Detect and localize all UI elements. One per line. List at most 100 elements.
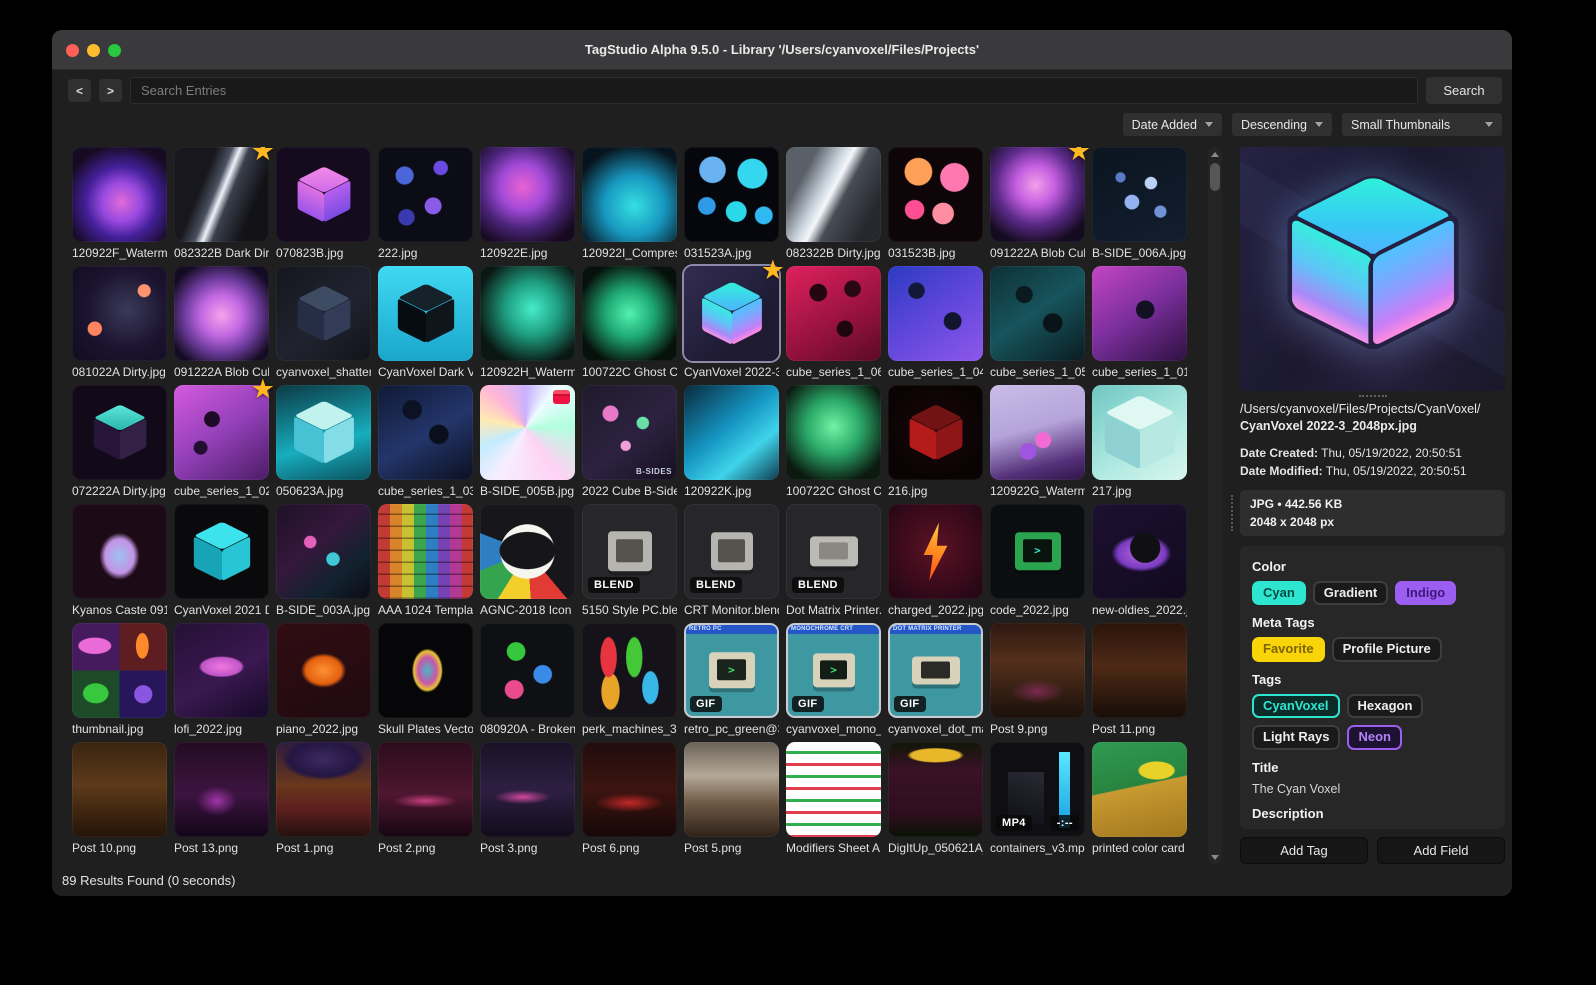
thumbnail[interactable] (1092, 385, 1187, 480)
thumbnail[interactable] (1092, 266, 1187, 361)
back-button[interactable]: < (68, 79, 91, 102)
grid-item[interactable]: BLEND 5150 Style PC.blend (582, 504, 677, 617)
grid-item[interactable]: Post 6.png (582, 742, 677, 855)
thumbnail[interactable] (888, 742, 983, 837)
grid-item[interactable]: B-SIDE_003A.jpg (276, 504, 371, 617)
grid-item[interactable]: Post 13.png (174, 742, 269, 855)
sort-order-dropdown[interactable]: Descending (1231, 113, 1332, 136)
thumbnail[interactable] (174, 623, 269, 718)
thumbnail[interactable]: MP4 -:-- (990, 742, 1085, 837)
thumbnail[interactable]: > (990, 504, 1085, 599)
thumbnail[interactable] (72, 385, 167, 480)
grid-item[interactable]: MONOCHROME CRT > GIF cyanvoxel_mono_cr (786, 623, 881, 736)
grid-item[interactable]: Post 11.png (1092, 623, 1187, 736)
grid-item[interactable]: Kyanos Caste 0910 (72, 504, 167, 617)
tag-chip[interactable]: Light Rays (1252, 725, 1341, 750)
grid-item[interactable]: Post 3.png (480, 742, 575, 855)
scroll-up-button[interactable] (1208, 147, 1222, 161)
grid-item[interactable]: ★ cube_series_1_02.j (174, 376, 275, 498)
grid-item[interactable]: B-SIDE_006A.jpg (1092, 147, 1187, 260)
grid-item[interactable]: ★ 082322B Dark Dirty (174, 147, 275, 260)
add-tag-button[interactable]: Add Tag (1240, 837, 1368, 864)
grid-item[interactable]: ★ 091222A Blob Cube (990, 147, 1091, 260)
thumbnail[interactable]: RETRO PC > GIF (684, 623, 779, 718)
drag-handle-icon[interactable] (1231, 494, 1234, 531)
grid-item[interactable]: DOT MATRIX PRINTER GIF cyanvoxel_dot_mat (888, 623, 983, 736)
thumbnail-size-dropdown[interactable]: Small Thumbnails (1342, 113, 1502, 136)
grid-item[interactable]: 050623A.jpg (276, 385, 371, 498)
thumbnail[interactable] (1092, 742, 1187, 837)
grid-item[interactable]: new-oldies_2022.jp (1092, 504, 1187, 617)
thumbnail[interactable] (378, 504, 473, 599)
grid-item[interactable]: Modifiers Sheet A v (786, 742, 881, 855)
thumbnail[interactable]: ★ (174, 376, 275, 480)
thumbnail[interactable] (276, 266, 371, 361)
grid-item[interactable]: 091222A Blob Cube (174, 266, 269, 379)
thumbnail[interactable] (480, 742, 575, 837)
thumbnail[interactable] (174, 742, 269, 837)
forward-button[interactable]: > (99, 79, 122, 102)
thumbnail[interactable]: B-SIDES (582, 385, 677, 480)
grid-item[interactable]: Post 2.png (378, 742, 473, 855)
tag-chip[interactable]: Neon (1347, 725, 1402, 750)
grid-item[interactable]: cube_series_1_04.j (888, 266, 983, 379)
tag-chip[interactable]: Indigo (1395, 580, 1457, 606)
grid-item[interactable]: 100722C Ghost Cut (582, 266, 677, 379)
tag-chip[interactable]: Cyan (1252, 580, 1306, 606)
thumbnail[interactable] (582, 266, 677, 361)
thumbnail[interactable] (276, 504, 371, 599)
thumbnail[interactable] (276, 623, 371, 718)
thumbnail[interactable] (582, 742, 677, 837)
title-bar[interactable]: TagStudio Alpha 9.5.0 - Library '/Users/… (52, 30, 1512, 70)
grid-item[interactable]: Post 1.png (276, 742, 371, 855)
thumbnail[interactable] (888, 385, 983, 480)
grid-item[interactable]: 216.jpg (888, 385, 983, 498)
grid-item[interactable]: B-SIDE_005B.jpg (480, 385, 575, 498)
thumbnail[interactable] (582, 623, 677, 718)
thumbnail[interactable] (480, 266, 575, 361)
grid-item[interactable]: 031523A.jpg (684, 147, 779, 260)
thumbnail[interactable]: ★ (990, 147, 1091, 242)
grid-item[interactable]: AGNC-2018 Icon Lo (480, 504, 575, 617)
grid-item[interactable]: 100722C Ghost Cut (786, 385, 881, 498)
thumbnail[interactable] (480, 385, 575, 480)
thumbnail[interactable] (786, 385, 881, 480)
grid-item[interactable]: ★ CyanVoxel 2022-3_ (684, 257, 785, 379)
grid-item[interactable]: MP4 -:-- containers_v3.mp4 (990, 742, 1085, 855)
search-input[interactable] (130, 77, 1418, 104)
grid-item[interactable]: 120922I_Compressi (582, 147, 677, 260)
thumbnail[interactable] (276, 742, 371, 837)
thumbnail[interactable] (378, 742, 473, 837)
thumbnail[interactable] (174, 504, 269, 599)
grid-item[interactable]: 082322B Dirty.jpg (786, 147, 881, 260)
tag-chip[interactable]: Profile Picture (1331, 637, 1442, 662)
thumbnail[interactable] (888, 147, 983, 242)
thumbnail[interactable] (72, 266, 167, 361)
thumbnail[interactable] (684, 147, 779, 242)
grid-item[interactable]: cyanvoxel_shattere (276, 266, 371, 379)
thumbnail[interactable] (378, 147, 473, 242)
thumbnail[interactable] (582, 147, 677, 242)
tag-chip[interactable]: CyanVoxel (1252, 693, 1340, 719)
grid-item[interactable]: charged_2022.jpg (888, 504, 983, 617)
thumbnail[interactable] (480, 623, 575, 718)
grid-item[interactable]: 120922G_Watermar (990, 385, 1085, 498)
grid-item[interactable]: 080920A - Broken I (480, 623, 575, 736)
grid-item[interactable]: perk_machines_32p (582, 623, 677, 736)
grid-item[interactable]: thumbnail.jpg (72, 623, 167, 736)
thumbnail[interactable] (378, 623, 473, 718)
thumbnail[interactable] (1092, 504, 1187, 599)
thumbnail[interactable]: BLEND (582, 504, 677, 599)
grid-item[interactable]: 070823B.jpg (276, 147, 371, 260)
thumbnail[interactable] (72, 742, 167, 837)
thumbnail[interactable] (72, 504, 167, 599)
grid-item[interactable]: DigItUp_050621A_5 (888, 742, 983, 855)
thumbnail[interactable]: BLEND (786, 504, 881, 599)
thumbnail[interactable] (72, 623, 167, 718)
grid-item[interactable]: printed color card i (1092, 742, 1187, 855)
grid-item[interactable]: cube_series_1_03.j (378, 385, 473, 498)
thumbnail[interactable]: DOT MATRIX PRINTER GIF (888, 623, 983, 718)
thumbnail[interactable] (378, 266, 473, 361)
thumbnail[interactable] (684, 385, 779, 480)
thumbnail[interactable] (888, 266, 983, 361)
